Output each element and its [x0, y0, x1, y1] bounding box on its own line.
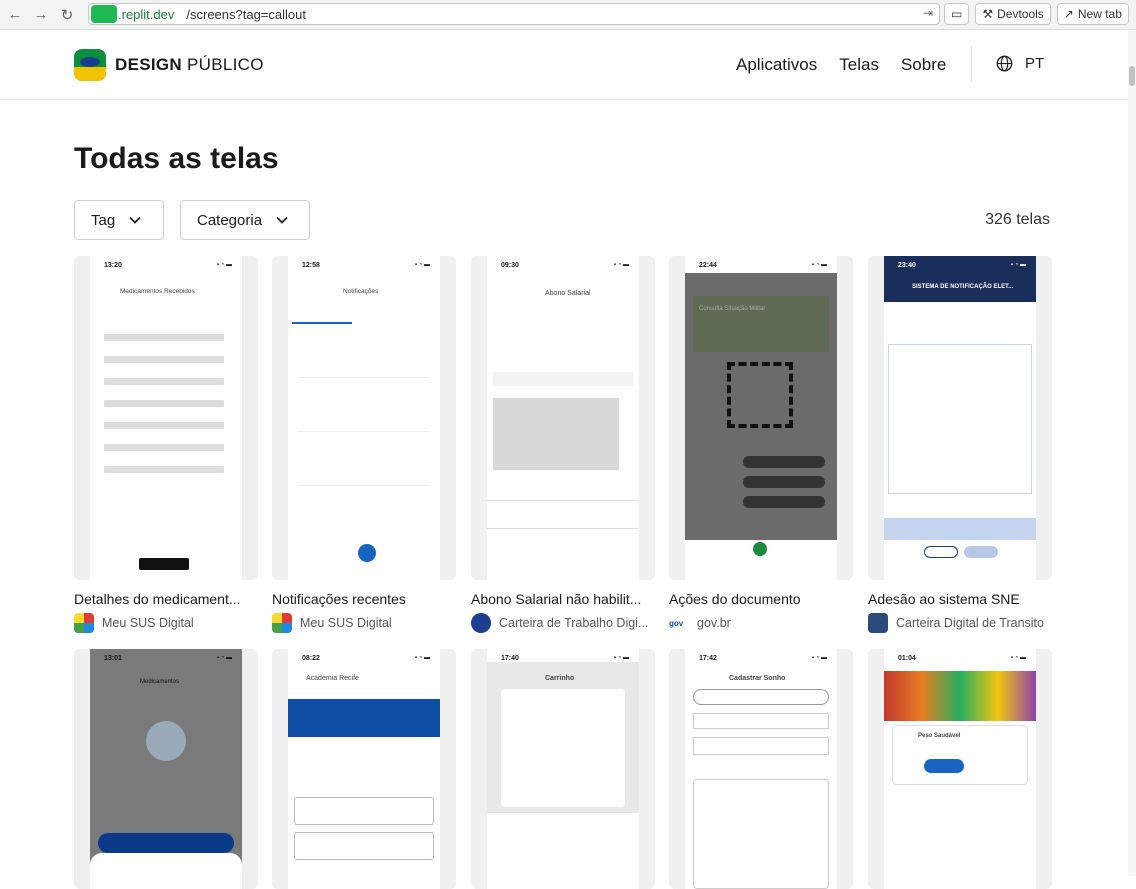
screen-card[interactable]: 08:22 Academia Recife — [272, 649, 456, 889]
nav-telas[interactable]: Telas — [839, 55, 879, 75]
devtools-label: Devtools — [997, 7, 1044, 21]
app-icon — [272, 613, 292, 633]
external-link-icon: ↗ — [1063, 7, 1074, 21]
card-app-name: gov.br — [697, 616, 731, 630]
main-nav: Aplicativos Telas Sobre — [736, 55, 968, 75]
language-label: PT — [1025, 55, 1045, 72]
card-title[interactable]: Detalhes do medicament... — [74, 591, 258, 607]
card-title[interactable]: Abono Salarial não habilit... — [471, 591, 655, 607]
phone-time: 12:58 — [288, 256, 440, 269]
card-app[interactable]: Carteira Digital de Transito — [868, 613, 1052, 633]
screen-thumbnail[interactable]: 13:01 Medicamentos — [74, 649, 258, 889]
card-app-name: Carteira Digital de Transito — [896, 616, 1044, 630]
screen-card[interactable]: 23:40 SISTEMA DE NOTIFICAÇÃO ELET... Ade… — [868, 256, 1052, 633]
chevron-down-icon — [129, 216, 141, 224]
phone-heading: SISTEMA DE NOTIFICAÇÃO ELET... — [912, 284, 1014, 290]
screen-card[interactable]: 01:04 Peso Saudável — [868, 649, 1052, 889]
screen-card[interactable]: 12:58 Notificações Notificações recentes… — [272, 256, 456, 633]
new-tab-label: New tab — [1077, 7, 1122, 21]
nav-sobre[interactable]: Sobre — [901, 55, 946, 75]
url-host: .replit.dev — [118, 6, 175, 22]
phone-heading: Carrinho — [545, 675, 575, 682]
card-title[interactable]: Ações do documento — [669, 591, 853, 607]
phone-heading: Academia Recife — [306, 675, 359, 682]
phone-heading: Notificações — [343, 288, 379, 295]
app-icon — [471, 613, 491, 633]
reload-icon[interactable]: ↻ — [56, 4, 78, 26]
language-switch[interactable]: PT — [996, 55, 1044, 72]
phone-heading: Medicamentos — [140, 679, 180, 685]
screen-thumbnail[interactable]: 01:04 Peso Saudável — [868, 649, 1052, 889]
phone-time: 22:44 — [685, 256, 837, 273]
category-filter-dropdown[interactable]: Categoria — [180, 200, 310, 240]
screen-thumbnail[interactable]: 08:22 Academia Recife — [272, 649, 456, 889]
logo-text[interactable]: DESIGN PÚBLICO — [115, 55, 264, 75]
address-bar[interactable]: .replit.dev /screens?tag=callout ⇥ — [88, 3, 940, 25]
screen-icon[interactable]: ▭ — [944, 3, 970, 25]
wrench-icon: ⚒ — [982, 7, 994, 21]
screen-thumbnail[interactable]: 17:40 Carrinho — [471, 649, 655, 889]
new-tab-button[interactable]: ↗ New tab — [1056, 3, 1129, 25]
card-app-name: Carteira de Trabalho Digi... — [499, 616, 649, 630]
screen-thumbnail[interactable]: 23:40 SISTEMA DE NOTIFICAÇÃO ELET... — [868, 256, 1052, 580]
card-title[interactable]: Notificações recentes — [272, 591, 456, 607]
screen-thumbnail[interactable]: 13:20 Medicamentos Recebidos — [74, 256, 258, 580]
screen-card[interactable]: 17:40 Carrinho — [471, 649, 655, 889]
devtools-button[interactable]: ⚒ Devtools — [975, 3, 1051, 25]
screen-card[interactable]: 22:44 Consulta Situação Militar Ações do… — [669, 256, 853, 633]
chevron-down-icon — [276, 216, 288, 224]
phone-heading: Cadastrar Sonho — [729, 675, 786, 682]
scroll-thumb[interactable] — [1129, 66, 1135, 86]
screen-card[interactable]: 09:30 Abono Salarial Abono Salarial não … — [471, 256, 655, 633]
phone-heading: Consulta Situação Militar — [699, 306, 766, 312]
phone-time: 17:40 — [487, 649, 639, 662]
phone-heading: Peso Saudável — [918, 733, 961, 739]
url-path: /screens?tag=callout — [186, 6, 306, 22]
govbr-icon: gov — [669, 613, 689, 633]
tag-filter-dropdown[interactable]: Tag — [74, 200, 164, 240]
phone-time: 13:01 — [90, 649, 242, 662]
nav-aplicativos[interactable]: Aplicativos — [736, 55, 817, 75]
phone-heading: Medicamentos Recebidos — [120, 288, 195, 295]
phone-heading: Abono Salarial — [545, 290, 591, 297]
logo-rest: PÚBLICO — [187, 55, 264, 74]
screen-card[interactable]: 17:42 Cadastrar Sonho — [669, 649, 853, 889]
site-header: DESIGN PÚBLICO Aplicativos Telas Sobre P… — [0, 30, 1128, 100]
back-icon[interactable]: ← — [4, 4, 26, 26]
app-icon — [868, 613, 888, 633]
screen-thumbnail[interactable]: 12:58 Notificações — [272, 256, 456, 580]
card-app[interactable]: gov gov.br — [669, 613, 853, 633]
screen-thumbnail[interactable]: 17:42 Cadastrar Sonho — [669, 649, 853, 889]
page-scrollbar[interactable] — [1128, 30, 1136, 876]
phone-time: 13:20 — [90, 256, 242, 269]
phone-time: 01:04 — [884, 649, 1036, 662]
nav-divider — [971, 46, 972, 82]
screen-card[interactable]: 13:20 Medicamentos Recebidos Detalhes do… — [74, 256, 258, 633]
tag-filter-label: Tag — [91, 211, 116, 229]
card-app-name: Meu SUS Digital — [300, 616, 392, 630]
logo-icon[interactable] — [74, 49, 106, 81]
card-app[interactable]: Carteira de Trabalho Digi... — [471, 613, 655, 633]
card-app-name: Meu SUS Digital — [102, 616, 194, 630]
card-app[interactable]: Meu SUS Digital — [272, 613, 456, 633]
phone-time: 23:40 — [884, 256, 1036, 269]
phone-time: 08:22 — [288, 649, 440, 662]
phone-time: 09:30 — [487, 256, 639, 269]
phone-time: 17:42 — [685, 649, 837, 662]
page-title: Todas as telas — [74, 142, 279, 175]
app-icon — [74, 613, 94, 633]
card-app[interactable]: Meu SUS Digital — [74, 613, 258, 633]
screen-card[interactable]: 13:01 Medicamentos — [74, 649, 258, 889]
category-filter-label: Categoria — [197, 211, 263, 229]
logo-bold: DESIGN — [115, 55, 182, 74]
screen-thumbnail[interactable]: 22:44 Consulta Situação Militar — [669, 256, 853, 580]
forward-icon[interactable]: → — [30, 4, 52, 26]
screen-thumbnail[interactable]: 09:30 Abono Salarial — [471, 256, 655, 580]
screen-count: 326 telas — [985, 211, 1050, 228]
go-arrow-icon[interactable]: ⇥ — [923, 6, 933, 20]
host-redaction — [91, 5, 117, 23]
card-title[interactable]: Adesão ao sistema SNE — [868, 591, 1052, 607]
globe-icon — [996, 55, 1013, 72]
